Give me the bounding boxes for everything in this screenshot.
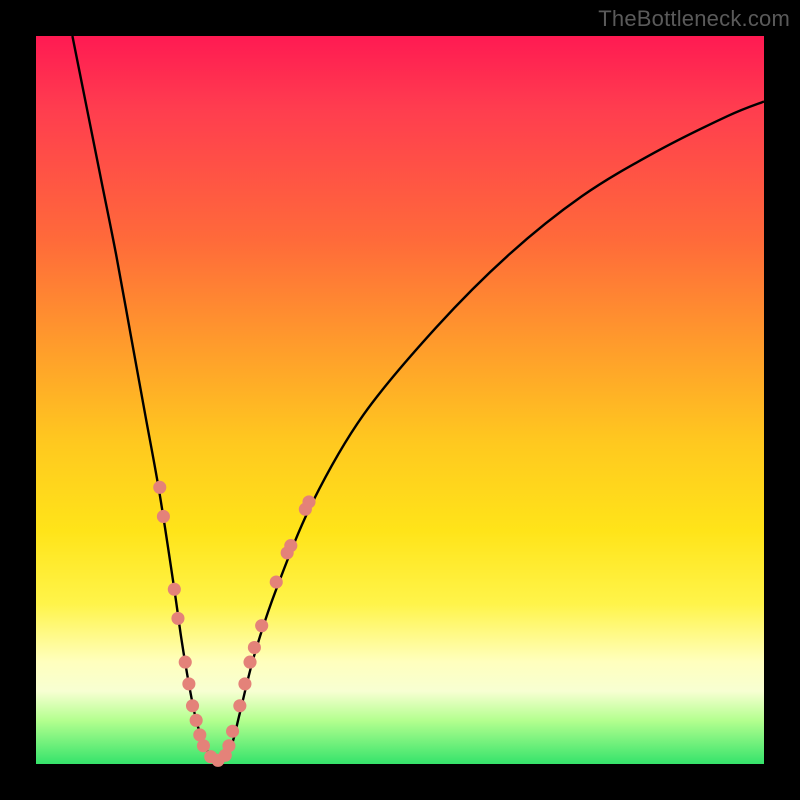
chart-marker	[270, 575, 283, 588]
chart-marker	[186, 699, 199, 712]
chart-marker	[284, 539, 297, 552]
chart-marker	[171, 612, 184, 625]
chart-markers	[153, 481, 315, 767]
chart-marker	[248, 641, 261, 654]
chart-frame: TheBottleneck.com	[0, 0, 800, 800]
chart-marker	[153, 481, 166, 494]
chart-marker	[238, 677, 251, 690]
chart-marker	[182, 677, 195, 690]
bottleneck-curve	[72, 36, 764, 760]
watermark-text: TheBottleneck.com	[598, 6, 790, 32]
chart-plot-area	[36, 36, 764, 764]
chart-marker	[233, 699, 246, 712]
chart-marker	[302, 495, 315, 508]
chart-marker	[197, 739, 210, 752]
chart-marker	[255, 619, 268, 632]
chart-marker	[190, 714, 203, 727]
chart-marker	[243, 656, 256, 669]
chart-marker	[179, 656, 192, 669]
chart-marker	[222, 739, 235, 752]
chart-marker	[168, 583, 181, 596]
chart-svg	[36, 36, 764, 764]
chart-marker	[226, 725, 239, 738]
chart-marker	[157, 510, 170, 523]
